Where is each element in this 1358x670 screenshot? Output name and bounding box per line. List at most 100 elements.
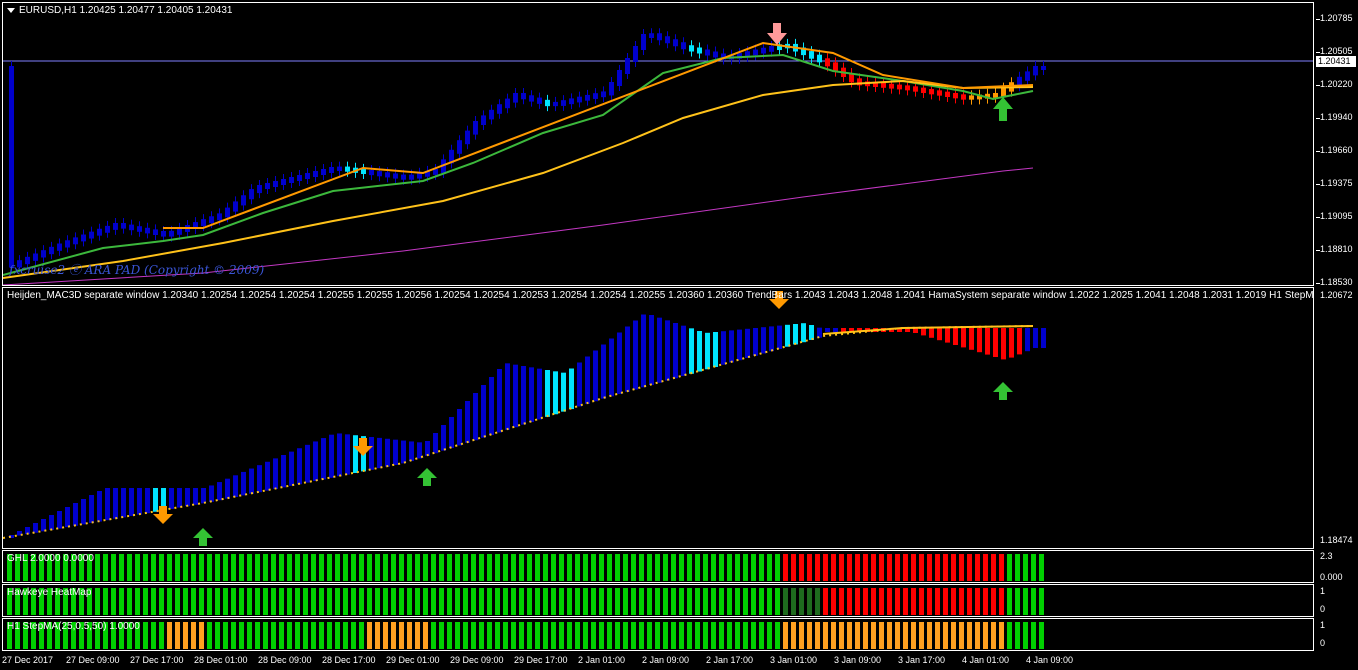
candle-body (41, 250, 46, 258)
strip-bar (303, 554, 308, 581)
strip-bar (207, 622, 212, 649)
stepma-indicator-panel[interactable]: H1 StepMA(25,0.5,50) 1.0000 (2, 618, 1314, 651)
strip-bar (655, 554, 660, 581)
strip-bar (983, 622, 988, 649)
strip-bar (983, 588, 988, 615)
candle-body (313, 171, 318, 177)
heatmap-indicator-panel[interactable]: Hawkeye HeatMap (2, 584, 1314, 617)
strip-bar (615, 622, 620, 649)
strip-bar (967, 622, 972, 649)
strip-bar (479, 588, 484, 615)
strip-bar (207, 554, 212, 581)
strip-bar (887, 622, 892, 649)
candle-body (81, 234, 86, 242)
candle-body (209, 216, 214, 224)
strip-bar (767, 622, 772, 649)
strip-bar (863, 622, 868, 649)
histogram-bar (505, 363, 510, 430)
strip-bar (895, 588, 900, 615)
heijden-indicator-panel[interactable]: Heijden_MAC3D separate window 1.20340 1.… (2, 287, 1314, 549)
strip-bar (951, 622, 956, 649)
strip-bar (295, 622, 300, 649)
strip-bar (639, 588, 644, 615)
candle-body (129, 224, 134, 231)
time-axis[interactable]: 27 Dec 2017 27 Dec 09:00 27 Dec 17:00 28… (2, 652, 1314, 670)
strip-bar (839, 622, 844, 649)
strip-bar (471, 622, 476, 649)
strip-bar (999, 622, 1004, 649)
strip-bar (175, 588, 180, 615)
green-moving-average (3, 53, 1034, 276)
histogram-bar (729, 330, 734, 363)
candle-body (505, 98, 510, 109)
strip-bar (847, 554, 852, 581)
strip-bar (879, 588, 884, 615)
candle-body (561, 100, 566, 106)
ghl-indicator-panel[interactable]: GHL 2.0000 0.0000 (2, 550, 1314, 583)
strip-bar (431, 554, 436, 581)
candle-body (385, 172, 390, 178)
strip-bar (351, 554, 356, 581)
heatmap-indicator-label: Hawkeye HeatMap (7, 587, 92, 598)
strip-bar (351, 588, 356, 615)
histogram-bar (785, 324, 790, 347)
time-label: 3 Jan 01:00 (770, 655, 818, 665)
strip-bar (295, 588, 300, 615)
strip-bar (287, 622, 292, 649)
strip-bar (1015, 622, 1020, 649)
main-price-panel[interactable]: EURUSD,H1 1.20425 1.20477 1.20405 1.2043… (2, 2, 1314, 286)
strip-bar (671, 588, 676, 615)
strip-bar (247, 588, 252, 615)
time-label: 3 Jan 09:00 (834, 655, 882, 665)
strip-bar (535, 588, 540, 615)
strip-bar (911, 554, 916, 581)
candle-body (97, 228, 102, 236)
candle-body (657, 33, 662, 41)
strip-bar (879, 554, 884, 581)
strip-bar (695, 588, 700, 615)
strip-bar (1007, 554, 1012, 581)
strip-bar (839, 588, 844, 615)
histogram-bar (401, 440, 406, 464)
dropdown-arrow-icon[interactable] (7, 7, 15, 13)
strip-bar (999, 554, 1004, 581)
strip-bar (599, 622, 604, 649)
candle-body (409, 174, 414, 180)
histogram-bar (433, 433, 438, 454)
strip-bar (1039, 554, 1044, 581)
time-label: 27 Dec 09:00 (66, 655, 120, 665)
histogram-bar (929, 328, 934, 338)
histogram-bar (673, 323, 678, 379)
strip-bar (951, 588, 956, 615)
strip-bar (119, 554, 124, 581)
strip-bar (887, 554, 892, 581)
heijden-indicator-label: Heijden_MAC3D separate window 1.20340 1.… (7, 290, 1314, 301)
histogram-bar (585, 356, 590, 404)
strip-bar (639, 622, 644, 649)
strip-bar (431, 588, 436, 615)
strip-bar (183, 554, 188, 581)
strip-bar (255, 622, 260, 649)
strip-bar (103, 554, 108, 581)
candle-body (497, 104, 502, 114)
time-label: 28 Dec 17:00 (322, 655, 376, 665)
strip-bar (503, 622, 508, 649)
strip-bar (471, 588, 476, 615)
strip-bar (767, 588, 772, 615)
histogram-bar (473, 393, 478, 441)
candle-body (345, 166, 350, 172)
candle-body (265, 183, 270, 189)
candle-body (401, 174, 406, 180)
strip-bar (215, 588, 220, 615)
histogram-bar (449, 417, 454, 449)
strip-bar (735, 588, 740, 615)
strip-bar (527, 554, 532, 581)
price-scale[interactable]: 1.20785 1.20505 1.20220 1.19940 1.19660 … (1316, 0, 1358, 670)
candle-body (681, 42, 686, 50)
strip-bar (975, 588, 980, 615)
strip-bar (135, 588, 140, 615)
histogram-bar (481, 385, 486, 438)
strip-bar (991, 622, 996, 649)
candle-body (137, 226, 142, 232)
strip-bar (407, 622, 412, 649)
